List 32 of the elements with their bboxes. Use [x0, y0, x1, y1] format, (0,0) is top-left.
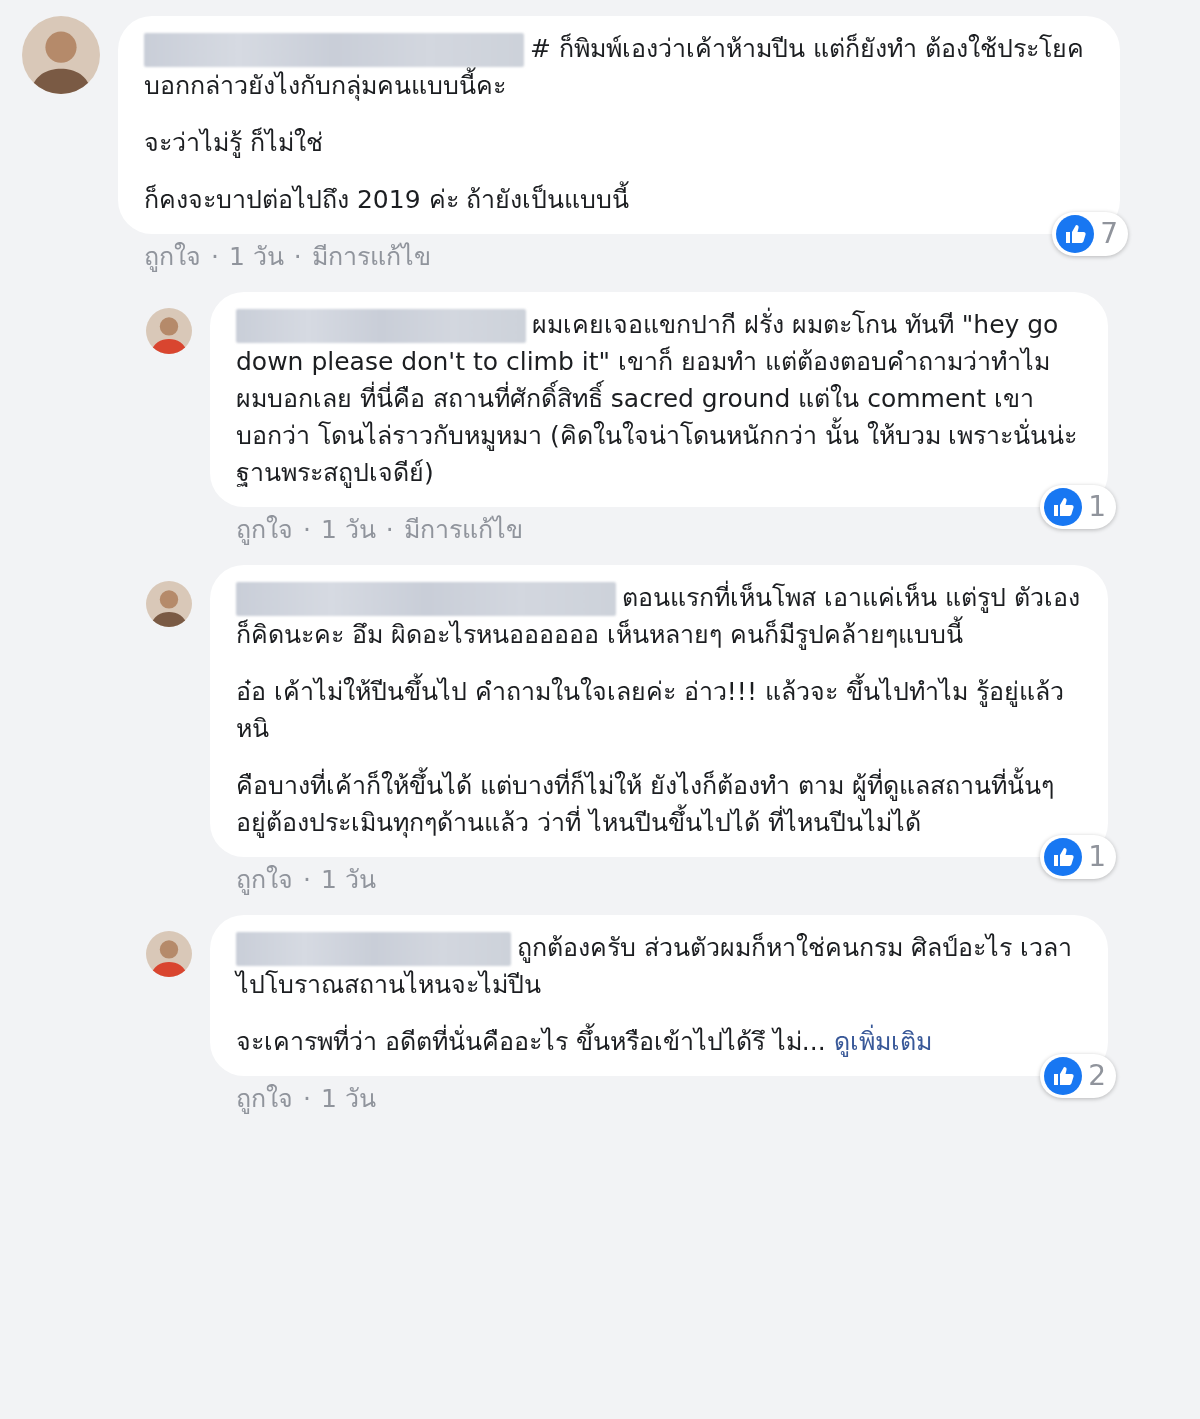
reaction-badge[interactable]: 7 — [1052, 212, 1128, 256]
footer-text: ถูกใจ — [144, 241, 201, 274]
like-icon — [1056, 215, 1095, 253]
footer-text: · — [293, 241, 302, 273]
footer-text: มีการแก้ไข — [311, 241, 431, 273]
avatar-icon[interactable] — [146, 308, 192, 354]
footer-text: · — [303, 1083, 311, 1115]
footer-text: · — [303, 514, 311, 546]
footer-text: ถูกใจ — [236, 1083, 293, 1116]
footer-text: 1 วัน — [320, 864, 376, 896]
comment-text: ถูกต้องครับ ส่วนตัวผมก็หาใช่คนกรม ศิลป์อะไร เวลาไปโบราณสถานไหนจะไม่ปีน — [236, 931, 1073, 1001]
reaction-badge[interactable]: 2 — [1040, 1054, 1116, 1098]
comment-text: # ก็พิมพ์เองว่าเค้าห้ามปีน แต่ก็ยังทำ ต้องใช้ประโยคบอกกล่าวยังไงกับกลุ่มคนแบบนี้คะ — [144, 32, 1085, 103]
footer-text: มีการแก้ไข — [403, 514, 523, 546]
footer-text: 1 วัน — [320, 1083, 376, 1115]
avatar-icon[interactable] — [146, 931, 192, 977]
like-icon — [1044, 1057, 1083, 1095]
footer-text: 1 วัน — [320, 514, 376, 546]
comment-text: จะว่าไม่รู้ ก็ไม่ใช่ — [144, 126, 324, 160]
comment-text: ตอนแรกที่เห็นโพส เอาแค่เห็น แต่รูป ตัวเองก็คิดนะคะ อึม ผิดอะไรหนออออออ เห็นหลายๆ คนก็มีรูปคล้ายๆแบบนี้ — [236, 579, 1082, 653]
like-icon — [1044, 488, 1083, 526]
avatar-icon[interactable] — [146, 581, 192, 627]
footer-text: · — [303, 864, 311, 896]
reaction-badge[interactable]: 1 — [1040, 835, 1116, 879]
reaction-badge[interactable]: 1 — [1040, 485, 1116, 529]
footer-text: 1 วัน — [228, 241, 284, 273]
comment-text: อ๋อ เค้าไม่ให้ปีนขึ้นไป คำถามในใจเลยค่ะ อ่าว!!! แล้วจะ ขึ้นไปทำไม รู้อยู่แล้วหนิ — [236, 673, 1082, 747]
footer-text: ถูกใจ — [236, 514, 293, 547]
footer-text: · — [385, 514, 394, 546]
like-icon — [1044, 838, 1083, 876]
footer-text: ถูกใจ — [236, 864, 293, 897]
footer-text: · — [211, 241, 219, 273]
